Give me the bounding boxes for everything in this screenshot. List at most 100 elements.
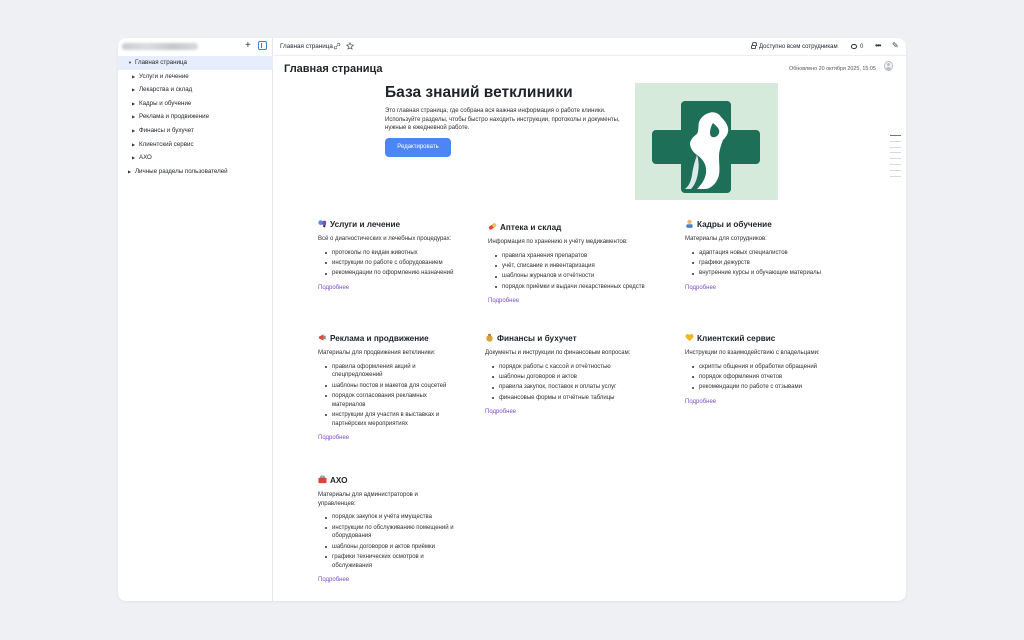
list-item: инструкции по обслуживанию помещений и о…	[318, 524, 456, 541]
section-title-text: Реклама и продвижение	[330, 334, 429, 343]
section-title: АХО	[318, 475, 456, 487]
chevron-right-icon[interactable]: ▶	[132, 151, 135, 165]
section-description: Инструкции по взаимодействию с владельца…	[685, 350, 820, 356]
chevron-right-icon[interactable]: ▶	[128, 165, 131, 179]
list-item: порядок оформления отчетов	[685, 373, 835, 382]
section-list: порядок работы с кассой и отчётностью шаб…	[485, 363, 670, 403]
hero-description: Это главная страница, где собрана вся ва…	[385, 108, 620, 131]
pill-icon	[488, 223, 500, 232]
section-card: Кадры и обучение Материалы для сотруднико…	[685, 219, 835, 293]
list-item: учёт, списание и инвентаризация	[488, 262, 673, 271]
section-title: Аптека и склад	[488, 222, 673, 234]
section-card: Реклама и продвижение Материалы для продв…	[318, 333, 456, 443]
star-icon[interactable]	[345, 41, 355, 53]
toolbox-icon	[318, 475, 330, 485]
section-title-text: Кадры и обучение	[697, 220, 772, 229]
section-list: скрипты общения и обработки обращений пор…	[685, 363, 835, 392]
sidebar-item-label: Клиентский сервис	[139, 140, 194, 148]
sidebar-item-label: Главная страница	[135, 59, 187, 66]
chevron-right-icon[interactable]: ▶	[132, 83, 135, 97]
list-item: инструкции для участия в выставках и пар…	[318, 411, 456, 428]
list-item: инструкции по работе с оборудованием	[318, 259, 456, 268]
chevron-right-icon[interactable]: ▶	[132, 138, 135, 152]
sidebar-item[interactable]: ▶ Реклама и продвижение	[118, 110, 273, 124]
sidebar-item-label: Личные разделы пользователей	[135, 167, 228, 175]
more-link[interactable]: Подробнее	[318, 576, 456, 585]
list-item: финансовые формы и отчётные таблицы	[485, 394, 670, 403]
section-description: Материалы для продвижения ветклиники:	[318, 350, 436, 356]
list-item: рекомендации по работе с отзывами	[685, 383, 835, 392]
chevron-right-icon[interactable]: ▶	[132, 124, 135, 138]
access-status[interactable]: Доступно всем сотрудникам	[751, 38, 838, 56]
breadcrumb[interactable]: Главная страница	[280, 38, 333, 56]
table-of-contents-minimap[interactable]	[890, 135, 901, 181]
list-item: внутренние курсы и обучающие материалы	[685, 269, 835, 278]
list-item: графики дежурств	[685, 259, 835, 268]
stethoscope-icon	[318, 220, 330, 229]
more-options-icon[interactable]: •••	[875, 41, 881, 50]
sidebar-item[interactable]: ▶ Услуги и лечение	[118, 70, 273, 84]
sidebar-item[interactable]: ▶ Личные разделы пользователей	[118, 165, 273, 179]
list-item: порядок приёмки и выдачи лекарственных с…	[488, 283, 673, 292]
section-title-text: Финансы и бухучет	[497, 334, 577, 343]
more-link[interactable]: Подробнее	[685, 284, 835, 293]
section-title-text: Аптека и склад	[500, 223, 562, 232]
section-title-text: АХО	[330, 476, 348, 485]
section-card: Услуги и лечение Всё о диагностических и …	[318, 219, 456, 293]
comments-count: 0	[860, 44, 864, 50]
sidebar-toggle-icon[interactable]	[258, 41, 267, 50]
section-title: Финансы и бухучет	[485, 333, 670, 345]
list-item: шаблоны постов и макетов для соцсетей	[318, 382, 456, 391]
sidebar-item[interactable]: ▶ Лекарства и склад	[118, 83, 273, 97]
sidebar-item-label: Услуги и лечение	[139, 72, 189, 80]
sidebar-item-label: Финансы и бухучет	[139, 126, 194, 134]
section-description: Материалы для сотрудников:	[685, 236, 767, 242]
list-item: шаблоны журналов и отчётности	[488, 272, 673, 281]
person-icon	[685, 219, 697, 229]
chevron-right-icon[interactable]: ▶	[132, 97, 135, 111]
avatar[interactable]	[884, 61, 893, 71]
section-card: Аптека и склад Информация по хранению и у…	[488, 222, 673, 306]
list-item: рекомендации по оформлению назначений	[318, 269, 456, 278]
organization-name-blurred[interactable]	[122, 43, 198, 50]
chevron-right-icon[interactable]: ▶	[132, 70, 135, 84]
megaphone-icon	[318, 334, 330, 343]
list-item: правила оформления акций и спецпредложен…	[318, 363, 456, 380]
section-description: Информация по хранению и учёту медикамен…	[488, 239, 628, 245]
section-list: правила оформления акций и спецпредложен…	[318, 363, 456, 429]
sidebar-item[interactable]: ▶ Финансы и бухучет	[118, 124, 273, 138]
section-description: Материалы для администраторов и управлен…	[318, 492, 418, 507]
list-item: шаблоны договоров и актов	[485, 373, 670, 382]
comment-icon	[851, 44, 857, 49]
sidebar-item-label: Реклама и продвижение	[139, 113, 210, 121]
chevron-right-icon[interactable]: ▶	[132, 110, 135, 124]
section-title-text: Услуги и лечение	[330, 220, 401, 229]
sidebar-item[interactable]: ▶ Клиентский сервис	[118, 138, 273, 152]
section-card: АХО Материалы для администраторов и управ…	[318, 475, 456, 585]
chevron-down-icon[interactable]: ▼	[128, 56, 132, 70]
comments-button[interactable]: 0	[851, 38, 863, 56]
sidebar-item[interactable]: ▼ Главная страница	[118, 56, 273, 70]
more-link[interactable]: Подробнее	[318, 434, 456, 443]
section-list: протоколы по видам животных инструкции по…	[318, 249, 456, 278]
list-item: правила хранения препаратов	[488, 252, 673, 261]
section-title: Услуги и лечение	[318, 219, 456, 231]
edit-button[interactable]: Редактировать	[385, 138, 451, 157]
more-link[interactable]: Подробнее	[485, 408, 670, 417]
edit-icon[interactable]: ✎	[892, 41, 899, 50]
page-title: Главная страница	[284, 63, 383, 75]
more-link[interactable]: Подробнее	[488, 297, 673, 306]
list-item: адаптация новых специалистов	[685, 249, 835, 258]
sidebar-item-label: Лекарства и склад	[139, 86, 193, 94]
link-icon[interactable]	[333, 42, 341, 53]
page-tree: ▼ Главная страница ▶ Услуги и лечение ▶ Лекар…	[118, 56, 273, 178]
sidebar-item[interactable]: ▶ АХО	[118, 151, 273, 165]
section-title-text: Клиентский сервис	[697, 334, 776, 343]
sidebar-item[interactable]: ▶ Кадры и обучение	[118, 97, 273, 111]
list-item: правила закупок, поставок и оплаты услуг	[485, 383, 670, 392]
add-page-icon[interactable]: +	[245, 40, 251, 52]
more-link[interactable]: Подробнее	[318, 284, 456, 293]
more-link[interactable]: Подробнее	[685, 398, 835, 407]
section-title: Реклама и продвижение	[318, 333, 456, 345]
app-window: + ▼ Главная страница ▶ Услуги и лечение ▶ Лек…	[118, 38, 906, 601]
